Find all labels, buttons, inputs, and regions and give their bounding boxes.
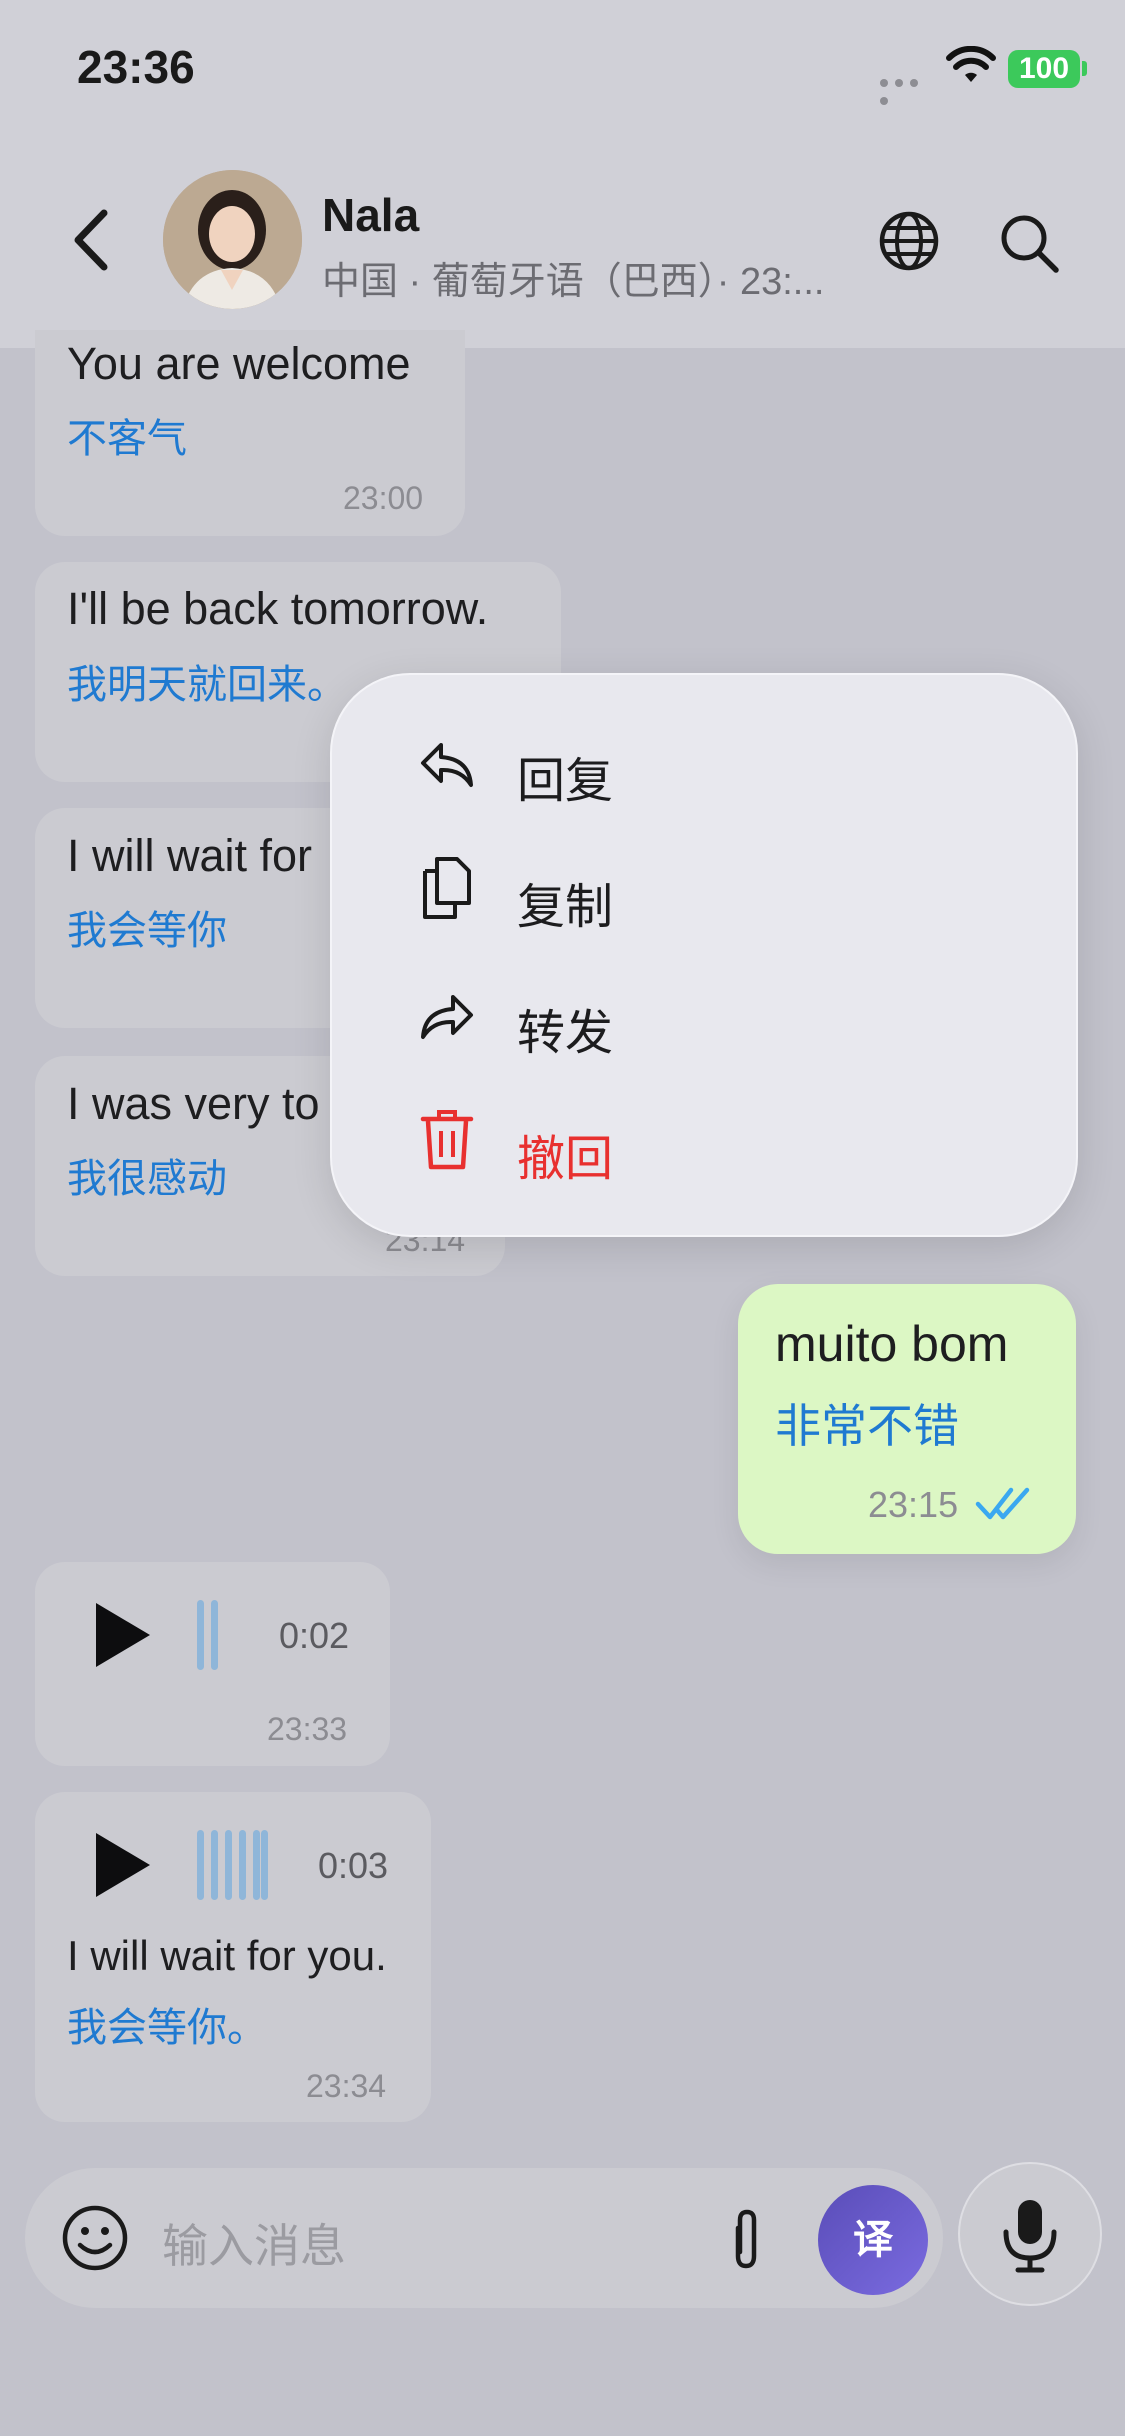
cellular-signal-icon	[880, 74, 936, 105]
wifi-icon	[946, 46, 996, 82]
battery-tip	[1082, 61, 1087, 76]
message-text: I was very to	[67, 1078, 320, 1129]
paperclip-icon[interactable]	[716, 2206, 776, 2272]
play-icon[interactable]	[96, 1603, 150, 1667]
message-translation: 不客气	[67, 417, 187, 461]
message-translation: 我很感动	[67, 1157, 227, 1201]
message-context-menu: 回复 复制 转发 撤回	[330, 673, 1078, 1237]
emoji-icon[interactable]	[60, 2203, 130, 2273]
translate-button[interactable]: 译	[818, 2185, 928, 2295]
waveform-bar	[211, 1830, 218, 1900]
message-input[interactable]: 输入消息	[162, 2210, 346, 2276]
waveform-bar	[211, 1600, 218, 1670]
reply-icon	[421, 743, 473, 787]
menu-item-label: 转发	[517, 1007, 614, 1060]
microphone-button[interactable]	[958, 2162, 1102, 2306]
menu-item-reply[interactable]: 回复	[417, 725, 1017, 815]
menu-item-label: 回复	[517, 755, 614, 808]
battery-indicator: 100	[1008, 50, 1080, 88]
voice-duration: 0:03	[318, 1845, 389, 1886]
message-text: muito bom	[775, 1316, 1009, 1372]
trash-icon	[420, 1110, 474, 1170]
message-time: 23:00	[343, 480, 424, 516]
message-text: I'll be back tomorrow.	[67, 583, 489, 634]
contact-subtitle: 中国 · 葡萄牙语（巴西）· 23:...	[322, 261, 825, 303]
message-time: 23:15	[868, 1484, 959, 1525]
menu-item-copy[interactable]: 复制	[417, 851, 1017, 941]
waveform-bar	[261, 1830, 268, 1900]
waveform-bar	[225, 1830, 232, 1900]
message-translation: 我会等你	[67, 909, 227, 953]
waveform-bar	[239, 1830, 246, 1900]
message-time: 23:34	[306, 2068, 387, 2104]
search-icon[interactable]	[996, 210, 1062, 276]
message-translation: 非常不错	[775, 1400, 959, 1452]
back-arrow-icon[interactable]	[66, 205, 116, 275]
microphone-icon	[1003, 2200, 1057, 2273]
menu-item-recall[interactable]: 撤回	[417, 1103, 1017, 1193]
message-text: You are welcome	[67, 338, 411, 389]
status-time: 23:36	[77, 41, 195, 93]
copy-icon	[423, 857, 471, 919]
voice-duration: 0:02	[279, 1615, 350, 1656]
menu-item-forward[interactable]: 转发	[417, 977, 1017, 1067]
menu-item-label: 撤回	[517, 1133, 614, 1186]
avatar[interactable]	[163, 170, 302, 309]
message-text: I will wait for you.	[67, 1932, 387, 1979]
menu-item-label: 复制	[517, 881, 614, 934]
read-receipt-icon	[975, 1487, 1030, 1520]
contact-name[interactable]: Nala	[322, 188, 419, 242]
message-time: 23:33	[267, 1711, 348, 1747]
message-translation: 我明天就回来。	[67, 663, 347, 707]
forward-icon	[421, 995, 473, 1039]
globe-icon[interactable]	[876, 208, 942, 274]
play-icon[interactable]	[96, 1833, 150, 1897]
waveform-bar	[197, 1600, 204, 1670]
message-translation: 我会等你。	[67, 2006, 267, 2050]
waveform-bar	[253, 1830, 260, 1900]
waveform-bar	[197, 1830, 204, 1900]
message-text: I will wait for	[67, 830, 313, 881]
